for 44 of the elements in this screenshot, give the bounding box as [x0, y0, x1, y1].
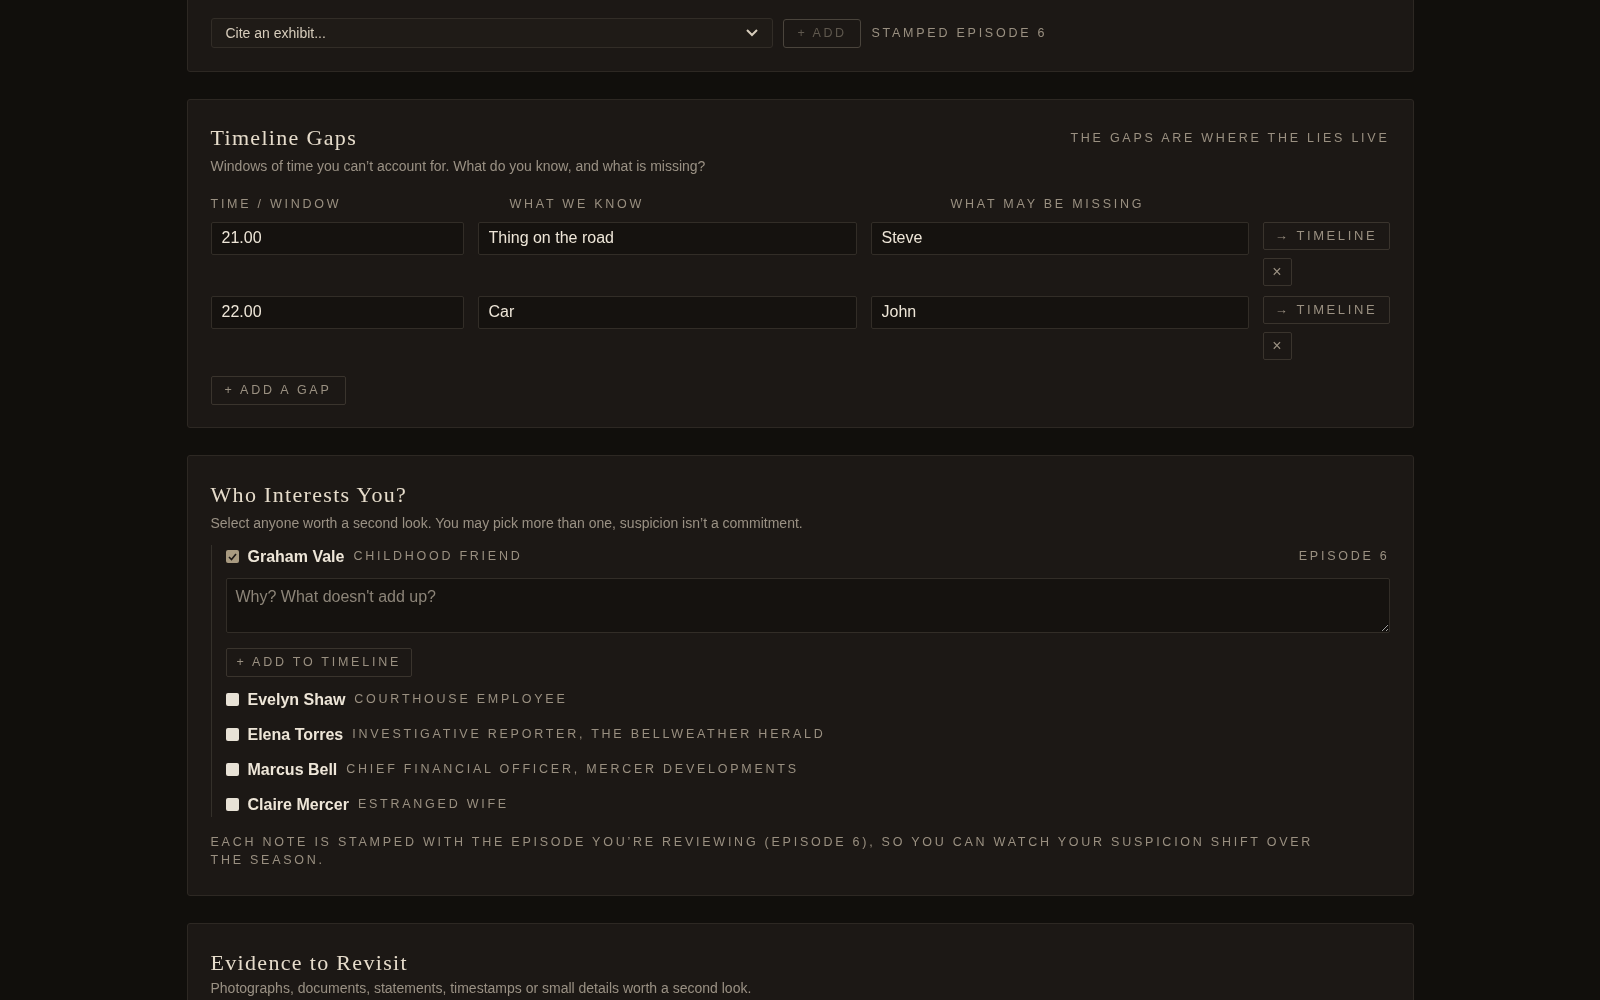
suspect-name: Elena Torres [247, 724, 344, 745]
suspect-name: Claire Mercer [247, 794, 349, 815]
time-field[interactable]: 22.00 [210, 295, 464, 329]
chevron-down-icon [745, 29, 758, 37]
known-field[interactable]: Car [477, 295, 857, 329]
stamp-label: STAMPED EPISODE 6 [871, 24, 1048, 42]
add-to-timeline-button[interactable]: + ADD TO TIMELINE [225, 647, 412, 677]
suspect-role: CHIEF FINANCIAL OFFICER, MERCER DEVELOPMENTS [346, 761, 799, 779]
section-title: Who Interests You? [210, 483, 409, 506]
known-field[interactable]: Thing on the road [477, 221, 857, 255]
remove-button[interactable]: × [1262, 257, 1292, 286]
suspect-checkbox[interactable] [225, 728, 239, 742]
timeline-button[interactable]: → TIMELINE [1262, 295, 1390, 324]
exhibit-select[interactable]: Cite an exhibit... [210, 18, 773, 48]
suspect-checkbox[interactable] [225, 550, 239, 564]
column-header: WHAT MAY BE MISSING [949, 196, 1146, 213]
checkmark-icon [227, 552, 237, 561]
missing-field[interactable]: John [870, 295, 1249, 329]
suspect-role: CHILDHOOD FRIEND [353, 548, 523, 566]
suspect-name: Evelyn Shaw [247, 689, 346, 710]
suspect-role: COURTHOUSE EMPLOYEE [354, 691, 568, 709]
section-title: Evidence to Revisit [210, 951, 409, 974]
time-field[interactable]: 21.00 [210, 221, 464, 255]
add-gap-button[interactable]: + ADD A GAP [210, 375, 346, 405]
suspect-name: Graham Vale [247, 546, 345, 567]
section-tagline: THE GAPS ARE WHERE THE LIES LIVE [1070, 129, 1390, 147]
footnote: EACH NOTE IS STAMPED WITH THE EPISODE YOU’RE REVIEWING (EPISODE 6), SO YOU CAN WATCH YOUR SUSPICION SHIFT OVER THE SEASON. [210, 833, 1315, 869]
episode-label: EPISODE 6 [1298, 548, 1390, 566]
column-header: WHAT WE KNOW [508, 196, 646, 213]
note-field[interactable]: Why? What doesn't add up? [225, 577, 1390, 633]
section-title: Timeline Gaps [210, 127, 358, 149]
suspect-checkbox[interactable] [225, 693, 239, 707]
timeline-button[interactable]: → TIMELINE [1262, 221, 1390, 250]
suspect-role: INVESTIGATIVE REPORTER, THE BELLWEATHER HERALD [352, 726, 826, 744]
suspect-name: Marcus Bell [247, 759, 338, 780]
section-subtitle: Photographs, documents, statements, timestamps or small details worth a second look. [210, 979, 753, 996]
column-header: TIME / WINDOW [210, 196, 343, 213]
missing-field[interactable]: Steve [870, 221, 1249, 255]
remove-button[interactable]: × [1262, 331, 1292, 360]
section-subtitle: Select anyone worth a second look. You may pick more than one, suspicion isn’t a commitment. [210, 513, 804, 533]
section-subtitle: Windows of time you can’t account for. What do you know, and what is missing? [210, 157, 707, 176]
suspect-role: ESTRANGED WIFE [357, 796, 509, 814]
suspect-checkbox[interactable] [225, 798, 239, 812]
suspect-checkbox[interactable] [225, 763, 239, 777]
